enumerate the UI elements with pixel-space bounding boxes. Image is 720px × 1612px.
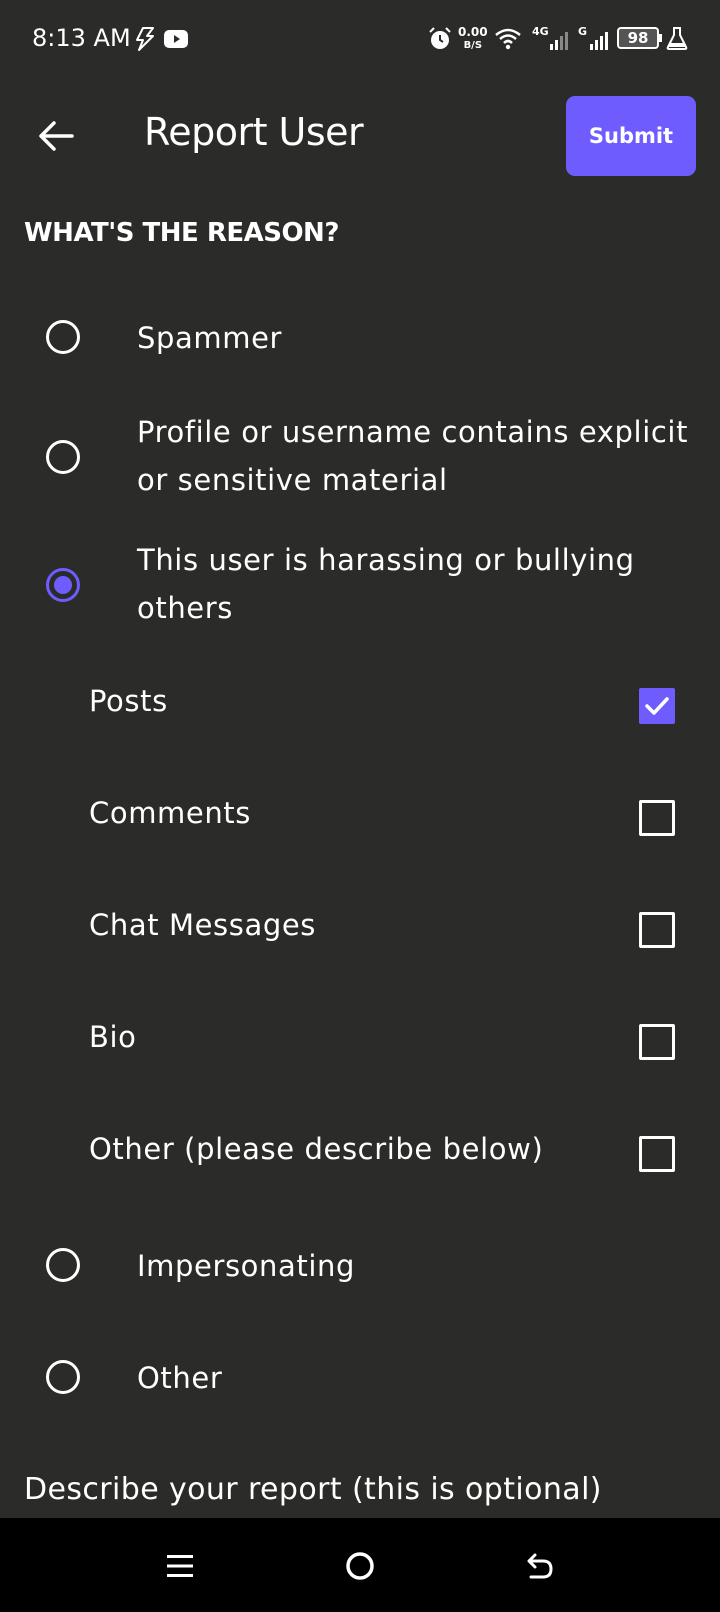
- submit-button[interactable]: Submit: [566, 96, 696, 176]
- signal-icon-2: [590, 30, 612, 54]
- target-label: Chat Messages: [89, 908, 316, 942]
- wifi-icon: [494, 27, 522, 55]
- describe-label: Describe your report (this is optional): [24, 1472, 602, 1507]
- navigation-bar: [0, 1518, 720, 1612]
- radio-button[interactable]: [46, 440, 80, 474]
- reason-option-impersonating[interactable]: Impersonating: [0, 1238, 720, 1294]
- checkbox-checked[interactable]: [639, 688, 675, 724]
- home-button[interactable]: [336, 1542, 384, 1590]
- status-time: 8:13 AM: [32, 24, 131, 52]
- net-speed-unit: B/S: [463, 40, 483, 51]
- target-label: Other (please describe below): [89, 1132, 544, 1166]
- flash-icon: [134, 27, 156, 55]
- reason-option-other[interactable]: Other: [0, 1350, 720, 1406]
- reason-label: This user is harassing or bullying other…: [137, 543, 635, 625]
- youtube-icon: [164, 30, 188, 52]
- network-type-g: G: [578, 25, 588, 38]
- target-option-chat-messages[interactable]: Chat Messages: [0, 904, 720, 954]
- menu-icon: [167, 1555, 193, 1577]
- status-bar: 8:13 AM 0.00 B/S 4G G 98: [0, 0, 720, 80]
- battery-tip: [659, 34, 662, 42]
- net-speed-value: 0.00: [458, 25, 488, 39]
- section-title: WHAT'S THE REASON?: [24, 218, 339, 248]
- check-icon: [645, 697, 669, 715]
- checkbox[interactable]: [639, 1136, 675, 1172]
- alarm-icon: [428, 27, 452, 55]
- checkbox[interactable]: [639, 1024, 675, 1060]
- target-label: Posts: [89, 684, 168, 718]
- checkbox[interactable]: [639, 912, 675, 948]
- nav-back-button[interactable]: [516, 1542, 564, 1590]
- signal-icon: [550, 30, 572, 54]
- reason-label: Other: [137, 1361, 223, 1395]
- back-icon: [527, 1553, 553, 1579]
- target-option-other[interactable]: Other (please describe below): [0, 1128, 720, 1178]
- target-option-bio[interactable]: Bio: [0, 1016, 720, 1066]
- network-type-4g: 4G: [532, 25, 549, 38]
- target-label: Bio: [89, 1020, 137, 1054]
- reason-option-explicit[interactable]: Profile or username contains explicit or…: [0, 408, 720, 508]
- reason-option-harassing[interactable]: This user is harassing or bullying other…: [0, 536, 720, 636]
- menu-button[interactable]: [156, 1542, 204, 1590]
- battery-icon: 98: [617, 27, 659, 49]
- checkbox[interactable]: [639, 800, 675, 836]
- target-option-comments[interactable]: Comments: [0, 792, 720, 842]
- lab-icon: [666, 26, 688, 54]
- home-icon: [346, 1552, 374, 1580]
- reason-option-spammer[interactable]: Spammer: [0, 310, 720, 366]
- target-option-posts[interactable]: Posts: [0, 680, 720, 730]
- reason-label: Spammer: [137, 321, 283, 355]
- radio-button-selected[interactable]: [46, 568, 80, 602]
- reason-label: Profile or username contains explicit or…: [137, 415, 689, 497]
- page-title: Report User: [144, 110, 364, 154]
- target-label: Comments: [89, 796, 251, 830]
- reason-label: Impersonating: [137, 1249, 355, 1283]
- back-button[interactable]: [32, 112, 80, 160]
- radio-button[interactable]: [46, 320, 80, 354]
- radio-button[interactable]: [46, 1248, 80, 1282]
- radio-button[interactable]: [46, 1360, 80, 1394]
- arrow-left-icon: [39, 121, 74, 151]
- net-speed: 0.00 B/S: [458, 26, 488, 52]
